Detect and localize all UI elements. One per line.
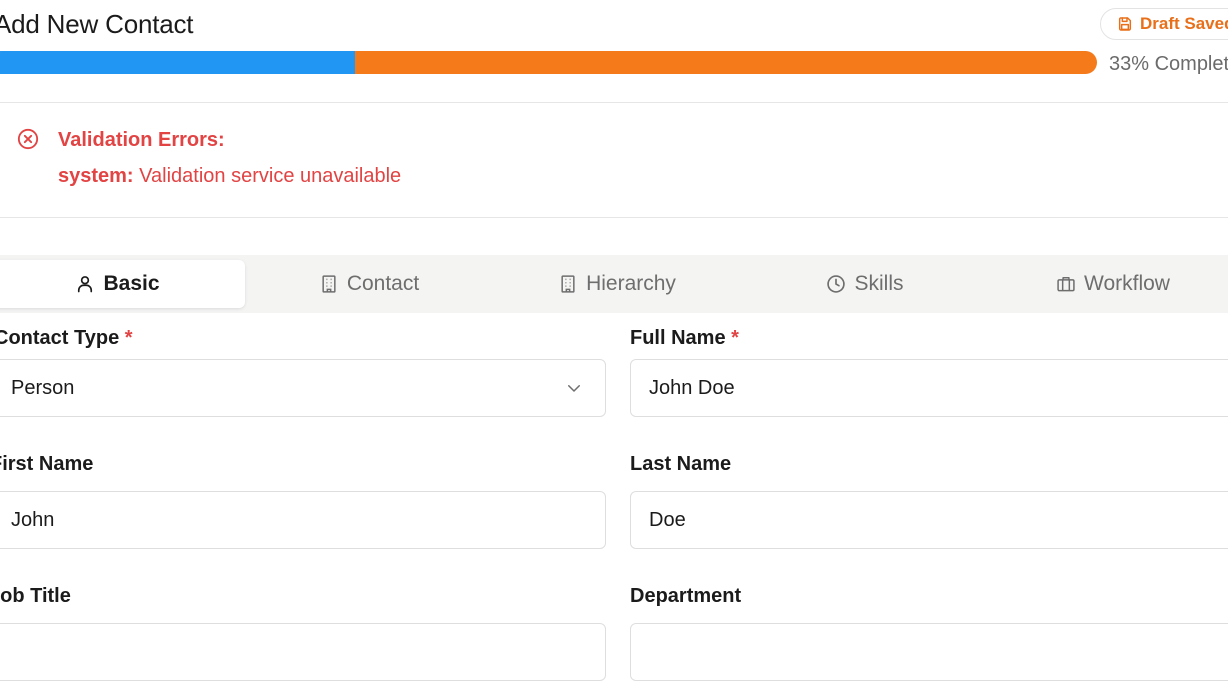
draft-saved-label: Draft Saved (1140, 14, 1228, 33)
building-icon (322, 275, 336, 293)
full-name-field[interactable]: John Doe (630, 359, 1228, 417)
validation-error-item: system: Validation service unavailable (58, 163, 401, 189)
validation-error-message: Validation service unavailable (139, 165, 402, 187)
job-title-label: Job Title (0, 585, 71, 607)
progress-text: 33% Complete (1109, 53, 1228, 75)
validation-error-field: system: (58, 165, 134, 187)
clock-icon (827, 275, 846, 293)
progress-bar (0, 51, 1097, 74)
page-title: Add New Contact (0, 9, 194, 39)
first-name-field[interactable]: John (0, 491, 606, 549)
required-marker: * (124, 327, 133, 349)
job-title-field[interactable] (0, 623, 606, 681)
tab-label: Basic (103, 272, 160, 295)
building-icon (561, 275, 575, 293)
contact-type-select[interactable]: Person (0, 359, 606, 417)
divider (0, 217, 1228, 218)
last-name-field[interactable]: Doe (630, 491, 1228, 549)
tab-skills[interactable]: Skills (741, 260, 989, 308)
tab-label: Skills (854, 272, 904, 295)
tab-label: Workflow (1084, 272, 1170, 295)
full-name-value: John Doe (649, 376, 735, 399)
divider (0, 102, 1228, 103)
first-name-label: First Name (0, 453, 94, 475)
validation-errors-title: Validation Errors: (58, 129, 225, 151)
tab-workflow[interactable]: Workflow (989, 260, 1228, 308)
tab-basic[interactable]: Basic (0, 260, 245, 308)
last-name-value: Doe (649, 508, 686, 531)
department-field[interactable] (630, 623, 1228, 681)
department-label: Department (630, 585, 742, 607)
tab-label: Hierarchy (586, 272, 676, 295)
contact-type-value: Person (11, 376, 75, 399)
save-icon (1118, 17, 1132, 31)
tab-contact[interactable]: Contact (245, 260, 493, 308)
chevron-down-icon (568, 385, 580, 392)
first-name-value: John (11, 508, 55, 531)
required-marker: * (731, 327, 739, 349)
tab-label: Contact (346, 272, 420, 295)
full-name-label: Full Name * (630, 327, 739, 349)
tab-bar: Basic Contact Hierarchy Skills Workflow (0, 255, 1228, 313)
tab-hierarchy[interactable]: Hierarchy (493, 260, 741, 308)
briefcase-icon (1057, 277, 1075, 292)
draft-saved-badge: Draft Saved (1100, 8, 1228, 40)
progress-bar-fill (0, 51, 356, 74)
contact-type-label: Contact Type * (0, 327, 133, 349)
error-circle-icon (17, 128, 39, 150)
last-name-label: Last Name (630, 453, 732, 475)
user-icon (78, 276, 93, 293)
